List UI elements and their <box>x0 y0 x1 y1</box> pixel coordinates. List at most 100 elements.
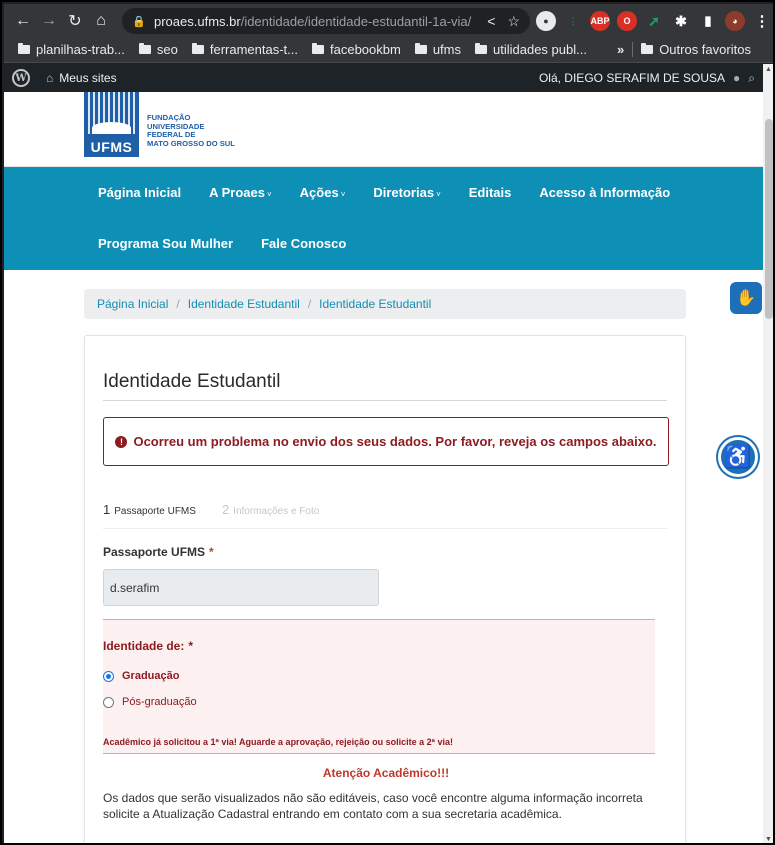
page-title: Identidade Estudantil <box>103 371 281 392</box>
nav-item-fale-conosco[interactable]: Fale Conosco <box>247 236 360 251</box>
nav-label: Ações <box>299 185 339 200</box>
my-sites-menu[interactable]: ⌂ Meus sites <box>46 71 117 85</box>
step-passaporte[interactable]: Passaporte UFMS <box>114 506 196 517</box>
search-icon[interactable]: ⌕ <box>748 71 755 86</box>
url-path: /identidade/identidade-estudantil-1a-via… <box>240 13 472 29</box>
scroll-up-icon[interactable]: ▲ <box>765 66 772 73</box>
nav-item-editais[interactable]: Editais <box>455 185 526 200</box>
chevron-down-icon: ˅ <box>436 190 441 199</box>
page-content: UFMS FUNDAÇÃO UNIVERSIDADE FEDERAL DE MA… <box>4 92 763 843</box>
passaporte-input[interactable] <box>103 569 379 606</box>
nav-label: Diretorias <box>373 185 435 200</box>
scrollbar-thumb[interactable] <box>765 119 773 319</box>
bookmark-label: facebookbm <box>330 42 401 57</box>
divider <box>103 528 667 529</box>
site-header: UFMS FUNDAÇÃO UNIVERSIDADE FEDERAL DE MA… <box>4 92 763 167</box>
info-paragraph: Os dados que serão visualizados não são … <box>103 791 643 821</box>
extension-icon[interactable]: ⋮ <box>563 11 583 31</box>
breadcrumb-current[interactable]: Identidade Estudantil <box>319 297 431 311</box>
nav-item-pagina-inicial[interactable]: Página Inicial <box>84 185 195 200</box>
breadcrumb-separator: / <box>176 297 180 311</box>
field-error-message: Acadêmico já solicitou a 1ª via! Aguarde… <box>103 737 453 747</box>
scroll-down-icon[interactable]: ▼ <box>765 836 772 843</box>
extension-icon[interactable]: ● <box>536 11 556 31</box>
nav-label: Acesso à Informação <box>539 185 671 200</box>
logo-line: MATO GROSSO DO SUL <box>147 138 235 148</box>
reload-icon[interactable]: ↻ <box>62 8 88 34</box>
radio-pos-graduacao[interactable]: Pós-graduação <box>103 696 197 708</box>
breadcrumb-link[interactable]: Página Inicial <box>97 297 168 311</box>
bookmark-folder[interactable]: seo <box>138 42 178 57</box>
bookmark-folder[interactable]: ufms <box>414 42 461 57</box>
sidepanel-icon[interactable]: ▮ <box>698 11 718 31</box>
user-greeting[interactable]: Olá, DIEGO SERAFIM DE SOUSA <box>539 71 725 85</box>
bookmark-star-icon[interactable]: ☆ <box>507 13 520 30</box>
share-icon[interactable]: < <box>487 13 495 29</box>
wp-admin-bar: W ⌂ Meus sites Olá, DIEGO SERAFIM DE SOU… <box>4 64 763 92</box>
bookmark-folder[interactable]: facebookbm <box>312 42 401 57</box>
identidade-label: Identidade de: * <box>103 639 193 653</box>
nav-item-diretorias[interactable]: Diretorias ˅ <box>359 185 454 200</box>
extension-icon[interactable]: O <box>617 11 637 31</box>
breadcrumb: Página Inicial / Identidade Estudantil /… <box>84 289 686 319</box>
breadcrumb-link[interactable]: Identidade Estudantil <box>188 297 300 311</box>
user-icon[interactable]: ● <box>733 71 740 85</box>
other-favorites-label: Outros favoritos <box>659 42 751 57</box>
profile-avatar[interactable]: ◕ <box>725 11 745 31</box>
home-icon[interactable]: ⌂ <box>88 8 114 34</box>
alert-text: Ocorreu um problema no envio dos seus da… <box>133 434 657 449</box>
adblock-plus-icon[interactable]: ABP <box>590 11 610 31</box>
identidade-field-error: Identidade de: * Graduação Pós-graduação … <box>103 619 655 754</box>
divider <box>103 400 667 401</box>
nav-item-sou-mulher[interactable]: Programa Sou Mulher <box>84 236 247 251</box>
folder-icon <box>475 43 487 54</box>
exclamation-icon: ! <box>115 435 128 448</box>
my-sites-label: Meus sites <box>59 71 117 85</box>
address-bar[interactable]: 🔒 proaes.ufms.br/identidade/identidade-e… <box>122 8 530 34</box>
other-favorites[interactable]: Outros favoritos <box>632 42 751 57</box>
nav-item-acoes[interactable]: Ações ˅ <box>286 185 360 200</box>
bookmark-label: utilidades publ... <box>493 42 587 57</box>
puzzle-icon[interactable]: ✱ <box>671 11 691 31</box>
extension-icon[interactable]: ➚ <box>644 11 664 31</box>
radio-graduacao[interactable]: Graduação <box>103 670 179 682</box>
back-icon[interactable]: ← <box>10 8 36 34</box>
form-card: Identidade Estudantil ! Ocorreu um probl… <box>84 335 686 843</box>
extensions-area: ● ⋮ ABP O ➚ ✱ ▮ ◕ ⋮ <box>536 10 772 32</box>
step-informacoes[interactable]: Informações e Foto <box>233 506 319 517</box>
radio-label: Pós-graduação <box>122 696 197 708</box>
bookmarks-overflow-button[interactable]: » <box>617 42 624 57</box>
bookmark-folder[interactable]: ferramentas-t... <box>191 42 298 57</box>
label-text: Passaporte UFMS <box>103 545 206 559</box>
step-number: 1 <box>103 502 111 517</box>
nav-label: Fale Conosco <box>261 236 347 251</box>
radio-unchecked-icon[interactable] <box>103 696 114 708</box>
bookmark-label: ufms <box>432 42 461 57</box>
step-number: 2 <box>221 502 230 517</box>
logo-text: FUNDAÇÃO UNIVERSIDADE FEDERAL DE MATO GR… <box>147 113 235 148</box>
folder-icon <box>191 43 204 54</box>
url-host: proaes.ufms.br <box>154 13 241 29</box>
required-mark: * <box>209 545 214 559</box>
wordpress-icon[interactable]: W <box>12 69 30 87</box>
browser-window: ← → ↻ ⌂ 🔒 proaes.ufms.br/identidade/iden… <box>0 0 775 845</box>
menu-icon[interactable]: ⋮ <box>752 11 772 31</box>
radio-checked-icon[interactable] <box>103 670 114 682</box>
page-scrollbar[interactable]: ▲ ▼ <box>763 64 773 843</box>
forward-icon[interactable]: → <box>36 8 62 34</box>
ufms-logo-mark: UFMS <box>84 92 139 157</box>
attention-heading: Atenção Acadêmico!!! <box>322 766 450 780</box>
bookmark-folder[interactable]: planilhas-trab... <box>18 42 125 57</box>
lock-icon[interactable]: 🔒 <box>132 14 146 28</box>
nav-item-a-proaes[interactable]: A Proaes ˅ <box>195 185 286 200</box>
nav-item-acesso-informacao[interactable]: Acesso à Informação <box>525 185 684 200</box>
sign-language-icon[interactable]: ✋ <box>730 282 762 314</box>
ufms-logo[interactable]: UFMS FUNDAÇÃO UNIVERSIDADE FEDERAL DE MA… <box>84 92 235 157</box>
radio-label: Graduação <box>122 670 180 682</box>
nav-label: Editais <box>468 185 512 200</box>
bookmark-folder[interactable]: utilidades publ... <box>475 42 587 57</box>
main-navigation: Página Inicial A Proaes ˅ Ações ˅ Diretori… <box>4 167 763 270</box>
accessibility-icon[interactable]: ♿ <box>718 437 758 477</box>
nav-label: Página Inicial <box>98 185 182 200</box>
logo-mark-text: UFMS <box>90 139 133 155</box>
